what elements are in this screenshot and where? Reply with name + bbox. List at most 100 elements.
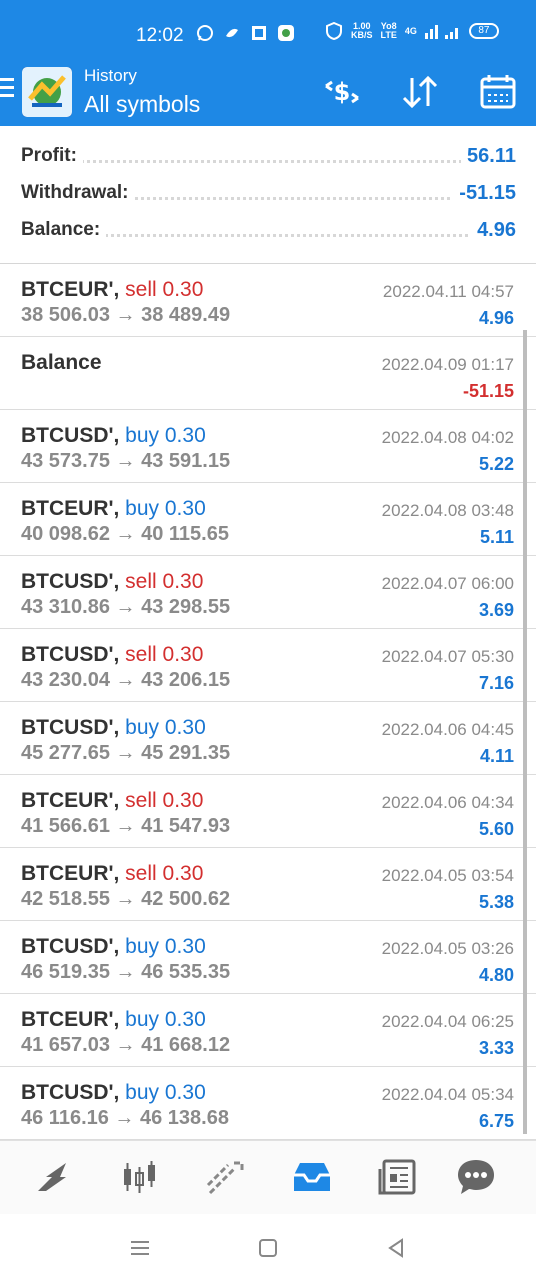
row-symbol: BTCEUR', (21, 789, 120, 812)
row-profit: 5.38 (478, 892, 514, 912)
network-type: 4G (404, 25, 417, 36)
signal-icon (424, 25, 458, 39)
row-prices: 42 518.55 → 42 500.62 (21, 888, 231, 910)
history-row[interactable]: BTCUSD', sell 0.30 43 310.86 → 43 298.55… (0, 556, 536, 629)
row-volume: 0.30 (162, 862, 204, 885)
row-profit: -51.15 (462, 381, 514, 401)
lte-label: LTE (380, 30, 397, 40)
row-symbol-line: BTCEUR', buy 0.30 (21, 1008, 206, 1032)
row-symbol: BTCUSD', (21, 1081, 120, 1104)
dotted-leader (21, 160, 516, 163)
metatrader-logo[interactable] (22, 67, 72, 117)
row-prices: 41 566.61 → 41 547.93 (21, 815, 231, 837)
row-direction: buy (125, 716, 160, 739)
quotes-icon[interactable] (32, 1155, 76, 1199)
history-icon[interactable] (290, 1155, 334, 1199)
history-row[interactable]: BTCEUR', buy 0.30 41 657.03 → 41 668.12 … (0, 994, 536, 1067)
gallery-icon (252, 26, 266, 40)
row-profit: 5.60 (478, 819, 514, 839)
row-date: 2022.04.05 03:26 (381, 939, 514, 958)
row-volume: 0.30 (162, 643, 204, 666)
volte-indicator: Yo8 LTE (381, 22, 397, 40)
row-direction: sell (125, 570, 157, 593)
row-volume: 0.30 (162, 278, 204, 301)
balance-label: Balance: (21, 219, 107, 241)
row-side: sell 0.30 (125, 643, 203, 666)
row-date: 2022.04.08 04:02 (381, 428, 514, 447)
whatsapp-icon (197, 25, 213, 41)
back-icon[interactable] (384, 1236, 408, 1260)
history-row-balance[interactable]: Balance 2022.04.09 01:17 -51.15 (0, 337, 536, 410)
history-list[interactable]: BTCEUR', sell 0.30 38 506.03 → 38 489.49… (0, 264, 536, 1140)
vpn-shield-icon (326, 22, 342, 40)
row-prices: 46 116.16 → 46 138.68 (21, 1107, 229, 1129)
row-profit: 4.96 (478, 308, 514, 328)
row-direction: sell (125, 789, 157, 812)
row-date: 2022.04.05 03:54 (381, 866, 514, 885)
history-row[interactable]: BTCEUR', sell 0.30 41 566.61 → 41 547.93… (0, 775, 536, 848)
row-symbol-line: BTCUSD', buy 0.30 (21, 424, 206, 448)
list-scrollbar[interactable] (523, 330, 527, 1134)
history-row[interactable]: BTCUSD', buy 0.30 45 277.65 → 45 291.35 … (0, 702, 536, 775)
row-date: 2022.04.06 04:45 (381, 720, 514, 739)
row-symbol: BTCUSD', (21, 716, 120, 739)
row-symbol: BTCEUR', (21, 1008, 120, 1031)
currency-exchange-icon[interactable]: $ (322, 72, 362, 112)
row-profit: 3.69 (478, 600, 514, 620)
row-profit: 5.22 (478, 454, 514, 474)
chart-icon[interactable] (118, 1155, 162, 1199)
summary-profit-row: Profit: 56.11 (21, 145, 516, 175)
history-row[interactable]: BTCUSD', buy 0.30 46 116.16 → 46 138.68 … (0, 1067, 536, 1140)
row-prices: 43 310.86 → 43 298.55 (21, 596, 231, 618)
trade-icon[interactable] (204, 1155, 248, 1199)
history-row[interactable]: BTCUSD', buy 0.30 46 519.35 → 46 535.35 … (0, 921, 536, 994)
row-date: 2022.04.04 06:25 (381, 1012, 514, 1031)
row-side: buy 0.30 (125, 935, 206, 958)
recent-apps-icon[interactable] (128, 1236, 152, 1260)
row-direction: sell (125, 862, 157, 885)
profit-label: Profit: (21, 145, 83, 167)
row-date: 2022.04.07 05:30 (381, 647, 514, 666)
profit-value: 56.11 (461, 145, 516, 168)
history-row[interactable]: BTCEUR', sell 0.30 42 518.55 → 42 500.62… (0, 848, 536, 921)
sort-icon[interactable] (400, 72, 440, 112)
news-icon[interactable] (376, 1155, 420, 1199)
row-profit: 4.80 (478, 965, 514, 985)
row-side: buy 0.30 (125, 1081, 206, 1104)
calendar-icon[interactable] (478, 72, 518, 112)
row-date: 2022.04.06 04:34 (381, 793, 514, 812)
row-direction: buy (125, 424, 160, 447)
row-volume: 0.30 (164, 1008, 206, 1031)
system-navigation-bar (0, 1214, 536, 1280)
row-date: 2022.04.04 05:34 (381, 1085, 514, 1104)
withdrawal-label: Withdrawal: (21, 182, 135, 204)
menu-icon[interactable] (0, 78, 16, 100)
bottom-navigation (0, 1140, 536, 1214)
row-symbol: BTCUSD', (21, 935, 120, 958)
row-symbol-line: BTCUSD', buy 0.30 (21, 716, 206, 740)
history-row[interactable]: BTCUSD', buy 0.30 43 573.75 → 43 591.15 … (0, 410, 536, 483)
history-row[interactable]: BTCEUR', buy 0.30 40 098.62 → 40 115.65 … (0, 483, 536, 556)
row-prices: 41 657.03 → 41 668.12 (21, 1034, 231, 1056)
row-prices: 45 277.65 → 45 291.35 (21, 742, 231, 764)
row-prices: 40 098.62 → 40 115.65 (21, 523, 229, 545)
chat-icon[interactable] (454, 1155, 498, 1199)
row-symbol-line: BTCEUR', sell 0.30 (21, 278, 203, 302)
history-row[interactable]: BTCUSD', sell 0.30 43 230.04 → 43 206.15… (0, 629, 536, 702)
row-symbol-line: BTCEUR', buy 0.30 (21, 497, 206, 521)
history-row[interactable]: BTCEUR', sell 0.30 38 506.03 → 38 489.49… (0, 264, 536, 337)
row-symbol: BTCEUR', (21, 278, 120, 301)
app-bar: History All symbols $ (0, 64, 536, 126)
home-icon[interactable] (256, 1236, 280, 1260)
balance-value: 4.96 (471, 219, 516, 242)
row-direction: buy (125, 497, 160, 520)
row-side: buy 0.30 (125, 1008, 206, 1031)
row-prices: 38 506.03 → 38 489.49 (21, 304, 231, 326)
row-date: 2022.04.09 01:17 (381, 355, 514, 374)
row-direction: buy (125, 1081, 160, 1104)
row-date: 2022.04.07 06:00 (381, 574, 514, 593)
status-notification-icons (196, 24, 295, 42)
row-direction: sell (125, 643, 157, 666)
row-side: sell 0.30 (125, 789, 203, 812)
row-symbol: BTCUSD', (21, 643, 120, 666)
